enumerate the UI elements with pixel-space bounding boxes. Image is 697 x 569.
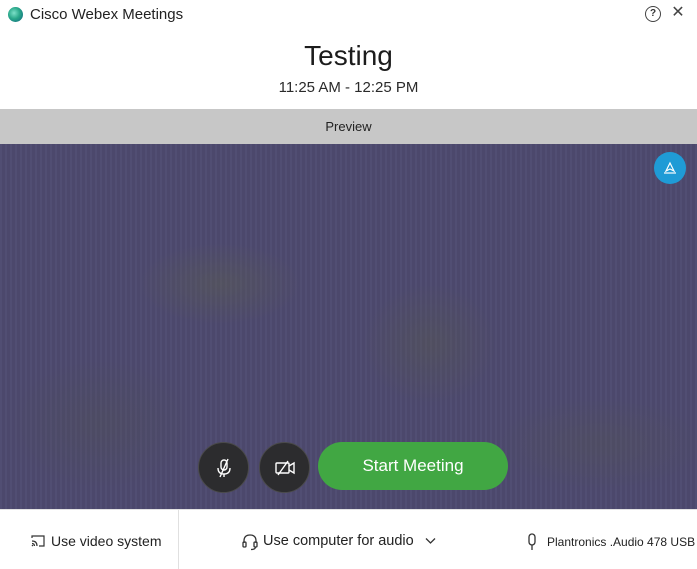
video-preview: Start Meeting [0,144,697,509]
meeting-title: Testing [304,40,393,71]
preview-label: Preview [0,109,697,144]
camera-off-icon [275,460,295,476]
video-system-label: Use video system [51,533,162,549]
meeting-time: 11:25 AM - 12:25 PM [278,79,419,96]
audio-device-label: Plantronics .Audio 478 USB [547,535,696,549]
footer-divider [178,510,179,569]
cast-screen-icon [31,535,45,547]
help-icon[interactable]: ? [645,6,661,22]
mute-button[interactable] [198,442,249,493]
headset-icon [242,534,258,551]
microphone-icon [528,533,536,550]
microphone-muted-icon [217,458,231,478]
cast-icon [664,161,676,174]
close-icon[interactable]: ✕ [670,4,686,22]
chevron-down-icon [425,538,436,544]
footer-bar: Use video system Use computer for audio … [0,509,697,569]
start-meeting-button[interactable]: Start Meeting [318,442,508,490]
camera-button[interactable] [259,442,310,493]
app-title: Cisco Webex Meetings [30,6,184,23]
webex-logo-icon [8,7,23,22]
cast-button[interactable] [654,152,686,184]
meeting-header: Testing 11:25 AM - 12:25 PM [0,30,697,109]
title-bar: Cisco Webex Meetings ? ✕ [0,0,697,30]
audio-option-label: Use computer for audio [263,533,414,549]
